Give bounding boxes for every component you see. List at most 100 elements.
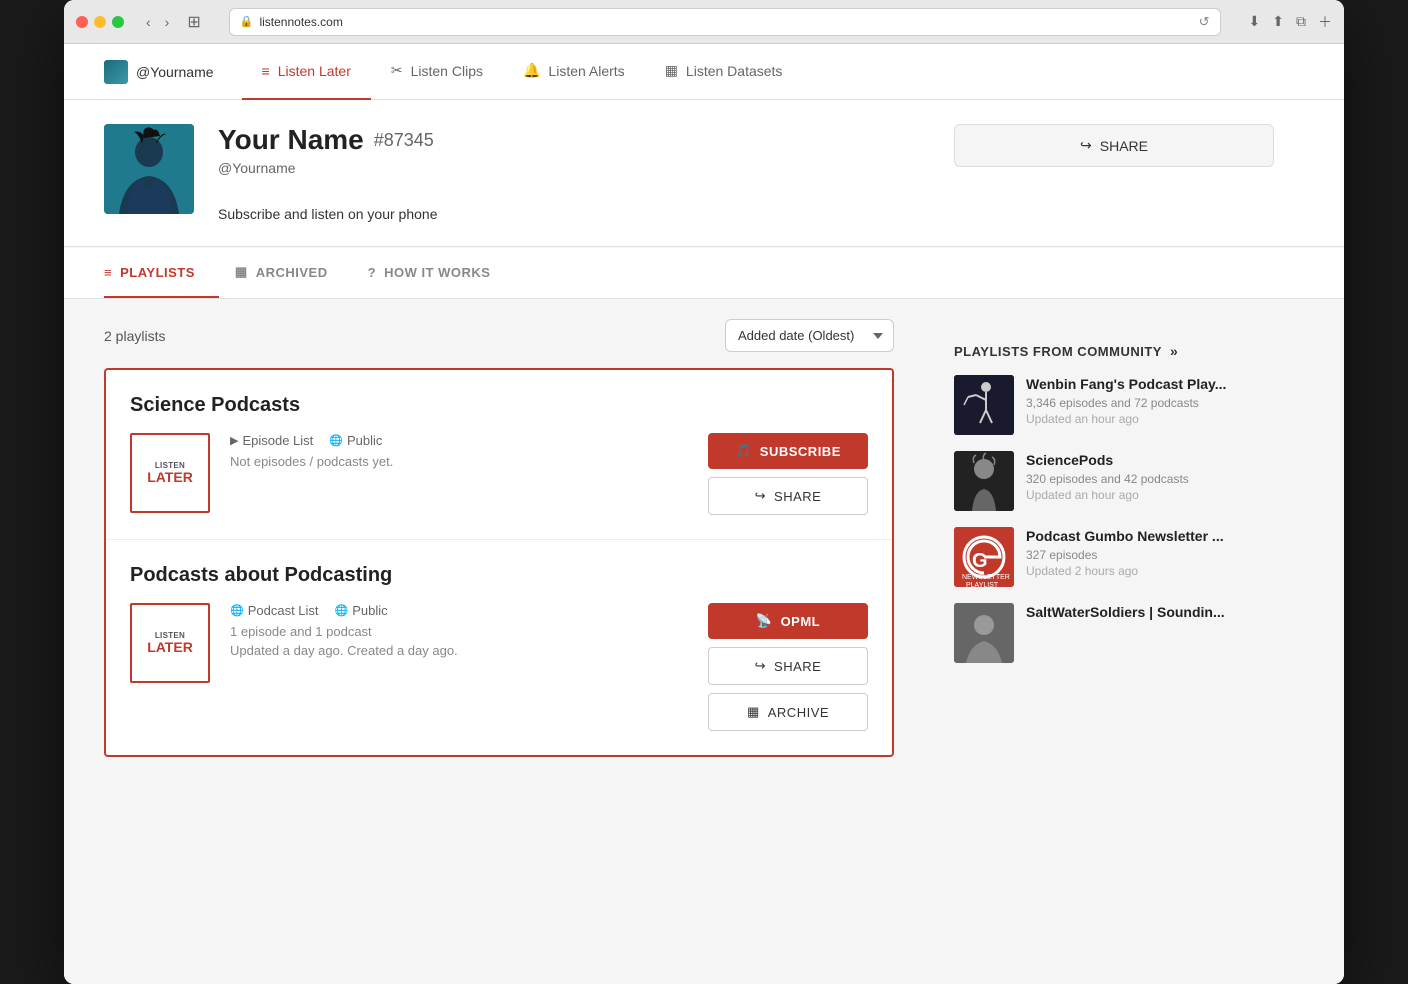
playlist-1-visibility: 🌐 Public bbox=[329, 433, 382, 448]
tab-playlists[interactable]: ≡ PLAYLISTS bbox=[104, 248, 219, 298]
community-info-1: Wenbin Fang's Podcast Play... 3,346 epis… bbox=[1026, 375, 1274, 435]
listen-later-icon: ≡ bbox=[262, 63, 270, 79]
playlist-1-meta: ▶ Episode List 🌐 Public Not episo bbox=[230, 433, 688, 469]
share-button-2[interactable]: ↪ SHARE bbox=[708, 647, 868, 685]
community-more-icon[interactable]: » bbox=[1170, 343, 1178, 359]
user-nav-item[interactable]: @Yourname bbox=[104, 60, 234, 84]
playlists-tab-icon: ≡ bbox=[104, 265, 112, 280]
minimize-button[interactable] bbox=[94, 16, 106, 28]
playlist-1-type-label: Episode List bbox=[242, 433, 313, 448]
profile-info: Your Name #87345 @Yourname Subscribe and… bbox=[218, 124, 894, 222]
close-button[interactable] bbox=[76, 16, 88, 28]
community-updated-2: Updated an hour ago bbox=[1026, 488, 1274, 502]
nav-arrows: ‹ › bbox=[140, 10, 175, 34]
forward-button[interactable]: › bbox=[159, 10, 176, 34]
share-label-2: SHARE bbox=[774, 659, 821, 674]
reload-icon[interactable]: ↺ bbox=[1199, 14, 1210, 30]
profile-id: #87345 bbox=[374, 130, 434, 151]
community-header: PLAYLISTS FROM COMMUNITY » bbox=[954, 323, 1274, 359]
profile-avatar bbox=[104, 124, 194, 214]
svg-text:PLAYLIST: PLAYLIST bbox=[966, 582, 999, 587]
share-button-1[interactable]: ↪ SHARE bbox=[708, 477, 868, 515]
playlist-2-desc: 1 episode and 1 podcast bbox=[230, 624, 688, 639]
tab-archived[interactable]: ▦ ARCHIVED bbox=[235, 248, 352, 298]
url-text: listennotes.com bbox=[259, 15, 342, 29]
layout-wrapper: 2 playlists Added date (Oldest) Added da… bbox=[64, 299, 1344, 777]
playlist-1-visibility-label: Public bbox=[347, 433, 382, 448]
community-thumb-1 bbox=[954, 375, 1014, 435]
new-tab-icon[interactable]: ＋ bbox=[1318, 12, 1332, 32]
playlists-count: 2 playlists bbox=[104, 328, 165, 344]
community-item-2[interactable]: SciencePods 320 episodes and 42 podcasts… bbox=[954, 451, 1274, 511]
nav-label-listen-datasets: Listen Datasets bbox=[686, 63, 783, 79]
svg-text:NEWSLETTER: NEWSLETTER bbox=[962, 574, 1010, 581]
playlist-1-title: Science Podcasts bbox=[130, 394, 868, 417]
playlist-card: Science Podcasts LISTEN LATER ▶ bbox=[106, 370, 892, 540]
community-name-4: SaltWaterSoldiers | Soundin... bbox=[1026, 603, 1274, 621]
archive-label: ARCHIVE bbox=[768, 705, 829, 720]
playlist-2-meta: 🌐 Podcast List 🌐 Public 1 episod bbox=[230, 603, 688, 658]
lock-icon: 🔒 bbox=[240, 15, 254, 28]
subscribe-button-1[interactable]: 🎵 SUBSCRIBE bbox=[708, 433, 868, 469]
playlist-2-type: 🌐 Podcast List bbox=[230, 603, 319, 618]
opml-button[interactable]: 📡 OPML bbox=[708, 603, 868, 639]
profile-handle: @Yourname bbox=[218, 160, 894, 176]
playlist-2-actions: 📡 OPML ↪ SHARE ▦ ARCHIV bbox=[708, 603, 868, 731]
nav-item-listen-clips[interactable]: ✂ Listen Clips bbox=[371, 44, 503, 100]
archive-button[interactable]: ▦ ARCHIVE bbox=[708, 693, 868, 731]
playlist-2-type-label: Podcast List bbox=[248, 603, 319, 618]
nav-label-listen-clips: Listen Clips bbox=[411, 63, 483, 79]
tabs-icon[interactable]: ⧉ bbox=[1296, 13, 1306, 30]
playlist-1-desc: Not episodes / podcasts yet. bbox=[230, 454, 688, 469]
nav-item-listen-later[interactable]: ≡ Listen Later bbox=[242, 44, 371, 100]
share-main-button[interactable]: ↪ SHARE bbox=[954, 124, 1274, 167]
traffic-lights bbox=[76, 16, 124, 28]
playlist-1-actions: 🎵 SUBSCRIBE ↪ SHARE bbox=[708, 433, 868, 515]
playlist-card-2: Podcasts about Podcasting LISTEN LATER bbox=[106, 540, 892, 755]
community-thumb-4 bbox=[954, 603, 1014, 663]
share-icon-1: ↪ bbox=[755, 488, 766, 504]
content-area: 2 playlists Added date (Oldest) Added da… bbox=[64, 299, 934, 777]
sort-select[interactable]: Added date (Oldest) Added date (Newest) … bbox=[725, 319, 894, 352]
profile-name: Your Name #87345 bbox=[218, 124, 894, 156]
nav-item-listen-alerts[interactable]: 🔔 Listen Alerts bbox=[503, 44, 645, 100]
share-icon[interactable]: ⬆ bbox=[1272, 13, 1284, 30]
playlist-2-body: LISTEN LATER 🌐 Podcast List bbox=[130, 603, 868, 731]
playlist-2-visibility: 🌐 Public bbox=[335, 603, 388, 618]
url-bar[interactable]: 🔒 listennotes.com ↺ bbox=[229, 8, 1221, 36]
community-title: PLAYLISTS FROM COMMUNITY bbox=[954, 344, 1162, 359]
globe-icon: 🌐 bbox=[329, 434, 343, 447]
community-updated-3: Updated 2 hours ago bbox=[1026, 564, 1274, 578]
tabs-section: ≡ PLAYLISTS ▦ ARCHIVED ? HOW IT WORKS bbox=[64, 248, 1344, 299]
download-icon[interactable]: ⬇ bbox=[1249, 13, 1261, 30]
user-handle-nav: @Yourname bbox=[136, 64, 214, 80]
page-content: @Yourname ≡ Listen Later ✂ Listen Clips … bbox=[64, 44, 1344, 984]
playlist-2-meta-row: 🌐 Podcast List 🌐 Public bbox=[230, 603, 688, 618]
playlist-2-updated: Updated a day ago. Created a day ago. bbox=[230, 643, 688, 658]
svg-text:G: G bbox=[972, 550, 988, 572]
sidebar-toggle-button[interactable]: ⊞ bbox=[187, 12, 200, 32]
nav-item-listen-datasets[interactable]: ▦ Listen Datasets bbox=[645, 44, 803, 100]
playlist-1-meta-row: ▶ Episode List 🌐 Public bbox=[230, 433, 688, 448]
tab-how-it-works-label: HOW IT WORKS bbox=[384, 265, 490, 280]
listen-datasets-icon: ▦ bbox=[665, 62, 678, 79]
community-item-4[interactable]: SaltWaterSoldiers | Soundin... bbox=[954, 603, 1274, 663]
fullscreen-button[interactable] bbox=[112, 16, 124, 28]
community-section: PLAYLISTS FROM COMMUNITY » bbox=[954, 323, 1274, 663]
how-it-works-tab-icon: ? bbox=[368, 265, 376, 280]
back-button[interactable]: ‹ bbox=[140, 10, 157, 34]
community-item-1[interactable]: Wenbin Fang's Podcast Play... 3,346 epis… bbox=[954, 375, 1274, 435]
community-item-3[interactable]: G NEWSLETTER PLAYLIST Podcast Gumbo News… bbox=[954, 527, 1274, 587]
share-main-icon: ↪ bbox=[1080, 137, 1092, 154]
playlists-container: Science Podcasts LISTEN LATER ▶ bbox=[104, 368, 894, 757]
community-thumb-3: G NEWSLETTER PLAYLIST bbox=[954, 527, 1014, 587]
playlist-2-thumb: LISTEN LATER bbox=[130, 603, 210, 683]
share-main-label: SHARE bbox=[1100, 138, 1148, 154]
community-info-2: SciencePods 320 episodes and 42 podcasts… bbox=[1026, 451, 1274, 511]
community-thumb-2 bbox=[954, 451, 1014, 511]
tab-how-it-works[interactable]: ? HOW IT WORKS bbox=[368, 248, 515, 298]
archived-tab-icon: ▦ bbox=[235, 264, 248, 280]
playlist-1-body: LISTEN LATER ▶ Episode List bbox=[130, 433, 868, 515]
community-updated-1: Updated an hour ago bbox=[1026, 412, 1274, 426]
playlist-1-type: ▶ Episode List bbox=[230, 433, 313, 448]
